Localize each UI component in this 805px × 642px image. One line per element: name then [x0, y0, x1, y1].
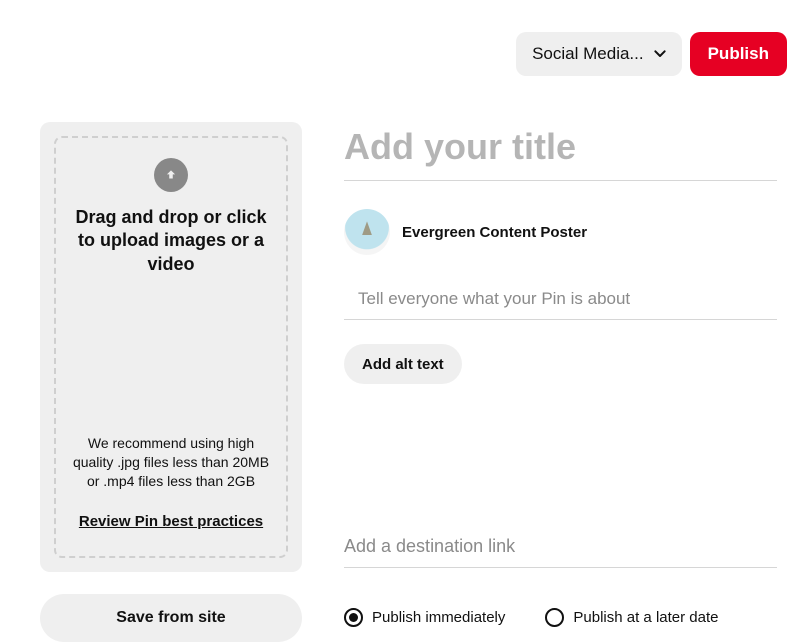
board-select[interactable]: Social Media... — [516, 32, 682, 76]
media-uploader[interactable]: Drag and drop or click to upload images … — [40, 122, 302, 572]
publish-immediately-label: Publish immediately — [372, 609, 505, 626]
destination-link-input[interactable] — [344, 534, 777, 568]
topbar-actions: Social Media... Publish — [516, 32, 787, 76]
radio-unselected-icon — [545, 608, 564, 627]
save-from-site-label: Save from site — [116, 609, 225, 627]
upload-dropzone[interactable]: Drag and drop or click to upload images … — [54, 136, 288, 558]
add-alt-text-button[interactable]: Add alt text — [344, 344, 462, 384]
board-select-label: Social Media... — [532, 44, 644, 64]
save-from-site-button[interactable]: Save from site — [40, 594, 302, 642]
upload-recommendation: We recommend using high quality .jpg fil… — [66, 434, 276, 491]
profile-name: Evergreen Content Poster — [402, 224, 587, 241]
description-input[interactable] — [344, 287, 777, 320]
upload-instruction: Drag and drop or click to upload images … — [66, 206, 276, 276]
more-icon[interactable] — [18, 52, 42, 57]
add-alt-text-label: Add alt text — [362, 356, 444, 373]
radio-selected-icon — [344, 608, 363, 627]
title-input[interactable] — [344, 122, 777, 181]
publish-options: Publish immediately Publish at a later d… — [344, 608, 777, 627]
upload-icon — [154, 158, 188, 192]
publish-later-label: Publish at a later date — [573, 609, 718, 626]
chevron-down-icon — [652, 46, 668, 62]
publish-immediately-option[interactable]: Publish immediately — [344, 608, 505, 627]
top-bar: Social Media... Publish — [18, 32, 787, 76]
best-practices-link[interactable]: Review Pin best practices — [79, 513, 263, 530]
publish-button[interactable]: Publish — [690, 32, 787, 76]
avatar[interactable] — [344, 209, 390, 255]
publish-button-label: Publish — [708, 44, 769, 64]
profile-row: Evergreen Content Poster — [344, 209, 777, 255]
publish-later-option[interactable]: Publish at a later date — [545, 608, 718, 627]
